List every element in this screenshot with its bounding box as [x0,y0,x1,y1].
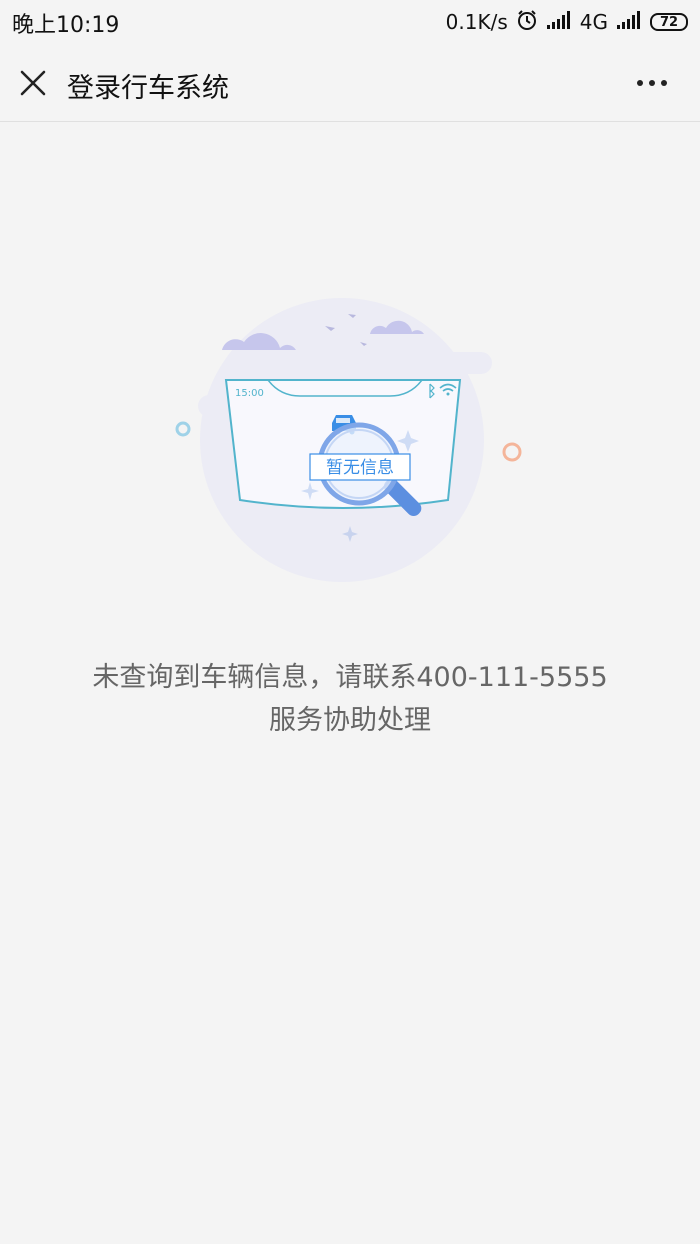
nav-header: 登录行车系统 [0,44,700,122]
empty-state-illustration: 15:00 暂无信息 [160,290,540,600]
status-bar: 晚上10:19 0.1K/s 4G 72 [0,0,700,44]
status-indicators: 0.1K/s 4G 72 [446,7,688,37]
network-type: 4G [579,10,608,34]
message-line-1: 未查询到车辆信息，请联系400-111-5555 [92,662,608,693]
alarm-icon [516,9,538,36]
battery-icon: 72 [650,13,688,31]
close-button[interactable] [14,64,52,102]
page-title: 登录行车系统 [67,73,229,104]
more-button[interactable] [622,64,682,102]
screen-time: 15:00 [235,388,264,399]
close-icon [20,70,46,96]
empty-state-message: 未查询到车辆信息，请联系400-111-5555 服务协助处理 [0,656,700,742]
net-speed: 0.1K/s [445,10,508,34]
empty-badge-text: 暂无信息 [326,458,394,478]
message-line-2: 服务协助处理 [269,705,431,736]
status-time: 晚上10:19 [12,13,120,38]
more-icon [637,80,667,86]
signal-icon [546,10,572,35]
signal-icon [616,10,642,35]
